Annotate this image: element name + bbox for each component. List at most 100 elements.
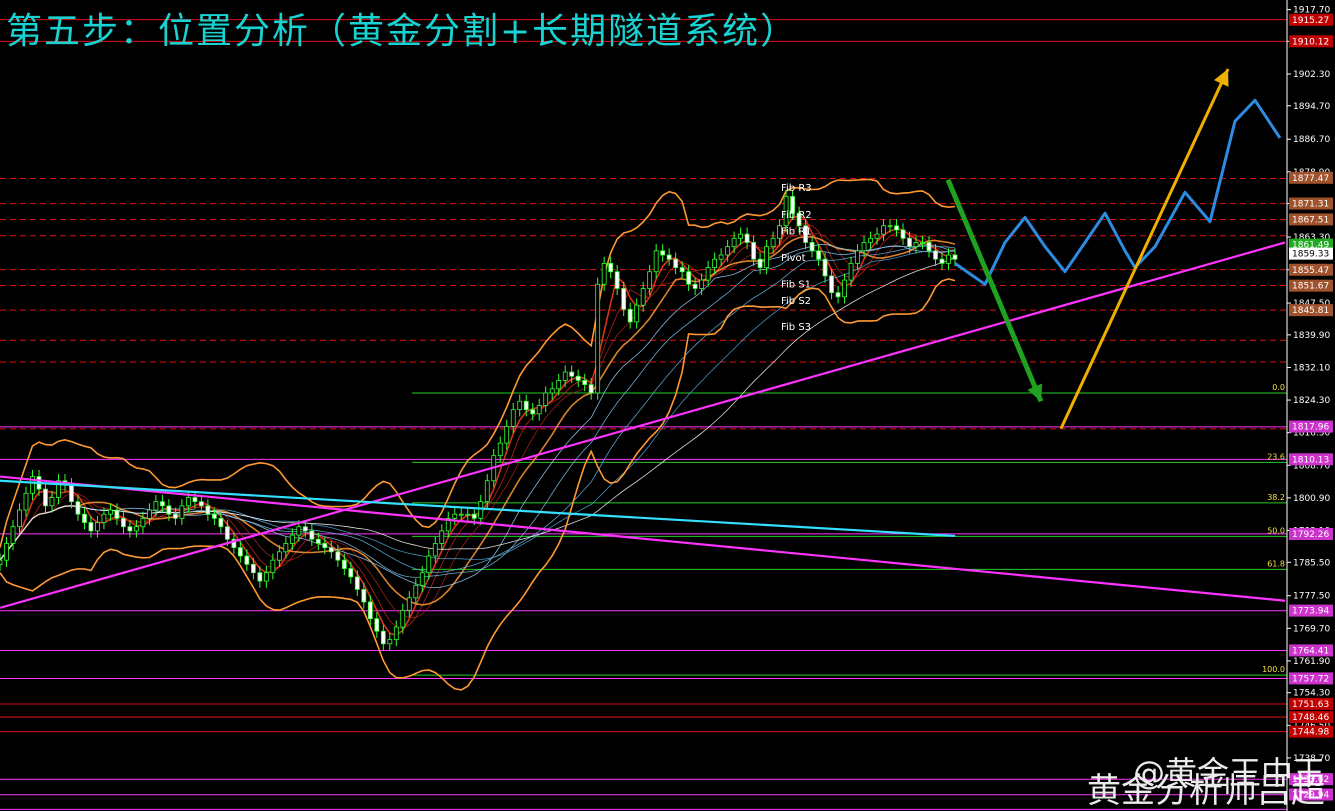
candle-body-53 (341, 559, 347, 569)
candle-body-66 (426, 555, 432, 574)
candle-body-143 (926, 242, 932, 252)
candle-body-138 (894, 225, 899, 231)
candle-body-22 (140, 517, 146, 528)
candle-body-111 (718, 254, 724, 260)
candle-body-139 (900, 229, 906, 239)
candle-body-38 (244, 555, 250, 565)
candle-body-46 (296, 526, 302, 536)
candle-body-81 (523, 400, 529, 411)
candle-body-1 (4, 543, 9, 561)
candle-body-112 (725, 246, 731, 256)
candle-body-26 (166, 505, 172, 515)
candle-body-100 (647, 271, 653, 289)
candle-body-19 (121, 517, 126, 528)
candle-body-64 (413, 584, 419, 599)
price-badge-label-12: 1792.26 (1292, 530, 1329, 540)
candle-body-127 (822, 258, 828, 277)
candle-body-97 (627, 308, 633, 323)
chart-title: 第五步：位置分析（黄金分割+长期隧道系统） (6, 11, 799, 52)
candle-body-135 (874, 233, 880, 239)
candle-body-140 (907, 237, 912, 248)
candle-body-93 (601, 262, 607, 285)
candle-body-146 (946, 254, 951, 264)
candle-body-63 (406, 597, 412, 611)
price-tick-label-18: 1777.50 (1293, 592, 1330, 602)
candle-body-117 (757, 258, 763, 268)
candle-body-91 (588, 384, 594, 394)
candle-body-33 (211, 513, 217, 519)
candle-body-88 (569, 371, 575, 377)
candle-body-105 (679, 267, 685, 273)
candle-body-50 (322, 543, 328, 549)
candle-body-101 (653, 250, 659, 273)
candle-body-4 (23, 492, 29, 511)
ma-ribbon-line-2 (0, 232, 956, 619)
candle-body-55 (354, 576, 360, 590)
ma-ribbon-line-3 (0, 235, 956, 606)
candle-body-134 (868, 237, 873, 243)
price-badge-label-15: 1757.72 (1292, 674, 1329, 684)
price-tick-label-17: 1785.50 (1293, 558, 1330, 568)
pivot-label-6: Fib S3 (781, 322, 811, 333)
candle-body-110 (712, 258, 718, 268)
price-badge-label-8: 1851.67 (1292, 282, 1329, 292)
price-badge-label-10: 1817.96 (1292, 423, 1329, 433)
candle-body-60 (387, 639, 393, 645)
candle-body-78 (504, 426, 510, 444)
candle-body-12 (75, 501, 81, 515)
candle-body-40 (257, 572, 263, 582)
candle-body-80 (517, 400, 523, 411)
candle-body-18 (114, 509, 120, 519)
candle-body-25 (160, 501, 165, 507)
candle-body-87 (562, 371, 568, 381)
candle-body-141 (913, 242, 919, 248)
candle-body-45 (289, 534, 295, 544)
candle-body-3 (17, 509, 22, 528)
candle-body-11 (69, 484, 74, 503)
pivot-label-1: Fib R2 (781, 210, 812, 221)
candle-body-47 (302, 526, 308, 532)
candle-body-102 (660, 250, 666, 256)
price-tick-label-15: 1800.90 (1293, 494, 1330, 504)
candle-body-34 (218, 517, 224, 528)
candle-body-48 (309, 530, 315, 540)
price-badge-label-14: 1764.41 (1292, 646, 1329, 656)
candle-body-23 (147, 509, 152, 519)
candle-body-71 (458, 513, 464, 516)
candle-body-142 (920, 242, 925, 244)
fib-label-5: 100.0 (1262, 665, 1285, 674)
candle-body-137 (887, 225, 893, 228)
candle-body-17 (108, 509, 113, 515)
price-tick-label-20: 1761.90 (1293, 657, 1330, 667)
candle-body-2 (10, 526, 16, 544)
candle-body-20 (127, 526, 133, 532)
price-badge-label-9: 1845.81 (1292, 306, 1329, 316)
candle-body-98 (634, 304, 640, 323)
candle-body-44 (283, 543, 289, 553)
price-badge-label-3: 1871.31 (1292, 200, 1329, 210)
candle-body-16 (101, 513, 107, 523)
price-tick-label-12: 1824.30 (1293, 396, 1330, 406)
price-tick-label-3: 1894.70 (1293, 102, 1330, 112)
candle-body-125 (809, 242, 815, 252)
candle-body-144 (933, 250, 938, 260)
candle-body-77 (497, 442, 503, 457)
price-badge-label-18: 1744.98 (1292, 728, 1329, 738)
candle-body-28 (179, 505, 185, 519)
candle-body-74 (478, 501, 484, 519)
fib-label-4: 61.8 (1267, 559, 1285, 568)
candle-body-145 (939, 258, 945, 264)
forecast-arrow-orange-shaft (1059, 68, 1230, 430)
candle-body-41 (263, 572, 269, 582)
candle-body-94 (608, 262, 614, 273)
candle-body-72 (465, 513, 471, 516)
trendline-1 (0, 475, 1286, 602)
candle-body-104 (673, 258, 679, 268)
candle-body-147 (952, 254, 958, 260)
candle-body-75 (484, 480, 490, 503)
candle-body-7 (43, 488, 48, 507)
candle-body-126 (816, 250, 821, 260)
price-tick-label-19: 1769.70 (1293, 624, 1330, 634)
candle-body-128 (829, 275, 834, 294)
candle-body-8 (49, 497, 55, 507)
